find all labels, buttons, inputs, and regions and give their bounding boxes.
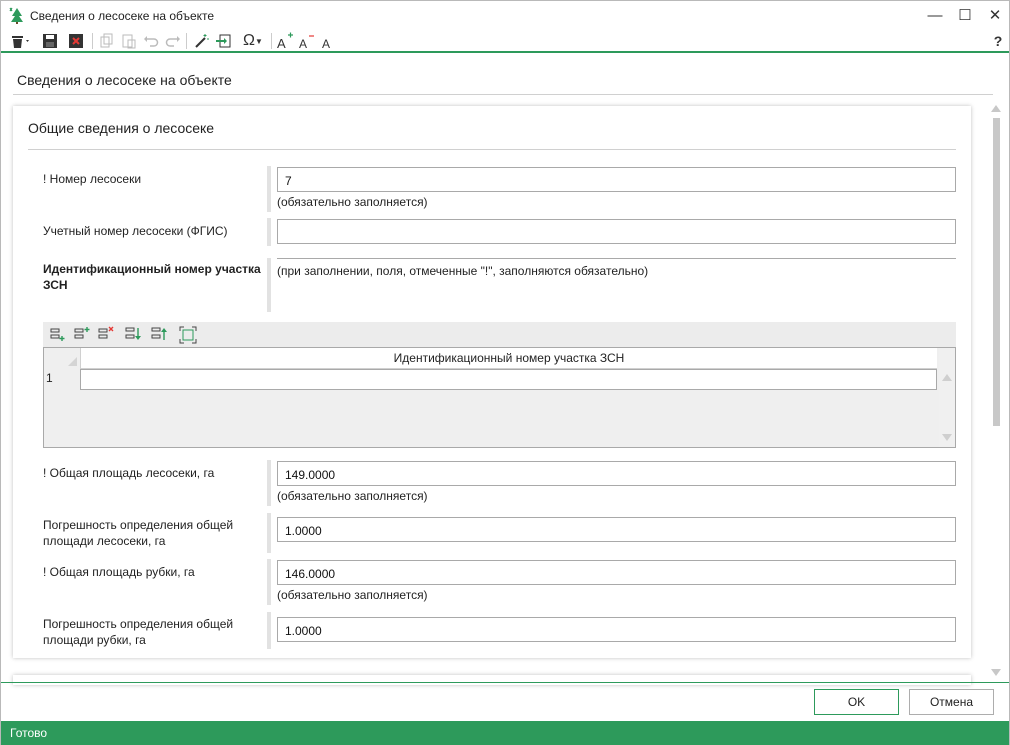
- copy-icon: [100, 33, 113, 48]
- window-title: Сведения о лесосеке на объекте: [30, 9, 215, 23]
- chevron-down-icon: ▼: [255, 36, 263, 46]
- scroll-down-icon[interactable]: [942, 434, 952, 441]
- cut-error-label: Погрешность определения общей площади ру…: [43, 617, 234, 647]
- header-divider: [13, 94, 993, 95]
- field-marker: [267, 513, 271, 553]
- grid-row-number: 1: [46, 371, 53, 385]
- omega-icon: Ω: [243, 32, 256, 49]
- insert-row-icon[interactable]: [73, 326, 91, 344]
- save-close-icon: [69, 34, 83, 48]
- minimize-button[interactable]: —: [923, 5, 947, 27]
- ident-hint: (при заполнении, поля, отмеченные "!", з…: [277, 264, 649, 278]
- title-bar: Сведения о лесосеке на объекте — ☐ ✕: [1, 1, 1009, 29]
- save-icon: [43, 34, 57, 48]
- area-label: ! Общая площадь лесосеки, га: [43, 466, 215, 480]
- scroll-up-icon[interactable]: [942, 374, 952, 381]
- redo-icon: [165, 36, 180, 47]
- nomer-input[interactable]: 7: [277, 167, 956, 192]
- cut-hint: (обязательно заполняется): [277, 588, 428, 602]
- scroll-down-icon[interactable]: [991, 669, 1001, 676]
- dialog-window: Сведения о лесосеке на объекте — ☐ ✕ Ω ▼…: [0, 0, 1010, 745]
- nomer-label: ! Номер лесосеки: [43, 172, 142, 186]
- maximize-button[interactable]: ☐: [953, 5, 977, 27]
- select-all-corner[interactable]: [68, 357, 77, 366]
- save-button[interactable]: [40, 31, 60, 51]
- field-marker: [267, 612, 271, 649]
- undo-icon: [144, 36, 159, 47]
- undo-button[interactable]: [141, 31, 161, 51]
- toolbar-separator: [186, 33, 187, 49]
- grid-cell[interactable]: [80, 369, 937, 390]
- uchet-input[interactable]: [277, 219, 956, 244]
- cut-input[interactable]: 146.0000: [277, 560, 956, 585]
- add-row-icon[interactable]: [49, 326, 67, 344]
- field-marker: [267, 166, 271, 212]
- field-marker: [267, 460, 271, 506]
- copy-button[interactable]: [97, 31, 117, 51]
- fit-view-icon[interactable]: [179, 326, 197, 344]
- help-button[interactable]: ?: [988, 31, 1008, 51]
- footer-divider: [1, 682, 1009, 683]
- save-close-button[interactable]: [66, 31, 86, 51]
- area-error-label: Погрешность определения общей площади ле…: [43, 518, 234, 548]
- cut-label: ! Общая площадь рубки, га: [43, 565, 195, 579]
- redo-button[interactable]: [163, 31, 183, 51]
- toolbar-separator: [271, 33, 272, 49]
- import-icon: [216, 34, 231, 48]
- magic-wand-icon: [195, 34, 209, 48]
- grid-scrollbar[interactable]: [939, 348, 955, 447]
- cut-error-input[interactable]: 1.0000: [277, 617, 956, 642]
- font-increase-icon: A: [277, 32, 293, 50]
- font-decrease-icon: A: [299, 35, 314, 50]
- cancel-button[interactable]: Отмена: [909, 689, 994, 715]
- symbol-dropdown-button[interactable]: Ω ▼: [239, 31, 267, 51]
- page-title: Сведения о лесосеке на объекте: [17, 72, 232, 88]
- status-bar: Готово: [1, 721, 1009, 745]
- next-panel: [13, 675, 971, 685]
- grid-column-header[interactable]: Идентификационный номер участка ЗСН: [80, 348, 937, 369]
- ok-button[interactable]: OK: [814, 689, 899, 715]
- font-reset-button[interactable]: A: [318, 31, 338, 51]
- scroll-up-icon[interactable]: [991, 105, 1001, 112]
- uchet-label: Учетный номер лесосеки (ФГИС): [43, 224, 228, 238]
- ident-label: Идентификационный номер участка ЗСН: [43, 262, 261, 292]
- toolbar-separator: [92, 33, 93, 49]
- delete-dropdown-button[interactable]: [10, 31, 30, 51]
- ident-grid: Идентификационный номер участка ЗСН 1: [43, 347, 956, 448]
- field-marker: [267, 258, 271, 312]
- area-error-input[interactable]: 1.0000: [277, 517, 956, 542]
- svg-text:A: A: [277, 36, 286, 50]
- svg-text:A: A: [299, 37, 307, 50]
- field-marker: [267, 218, 271, 246]
- font-reset-icon: A: [322, 37, 330, 50]
- svg-text:A: A: [322, 37, 330, 50]
- scrollbar-thumb[interactable]: [993, 118, 1000, 426]
- wand-button[interactable]: [191, 31, 211, 51]
- area-input[interactable]: 149.0000: [277, 461, 956, 486]
- field-marker: [267, 559, 271, 605]
- font-increase-button[interactable]: A: [275, 31, 295, 51]
- ident-divider: [277, 258, 956, 259]
- section-divider: [28, 149, 956, 150]
- move-down-icon[interactable]: [124, 326, 142, 344]
- delete-row-icon[interactable]: [97, 326, 115, 344]
- section-title: Общие сведения о лесосеке: [28, 120, 215, 136]
- nomer-hint: (обязательно заполняется): [277, 195, 428, 209]
- paste-icon: [122, 34, 136, 49]
- area-hint: (обязательно заполняется): [277, 489, 428, 503]
- font-decrease-button[interactable]: A: [297, 31, 317, 51]
- toolbar: Ω ▼ A A A ?: [1, 29, 1009, 53]
- move-up-icon[interactable]: [150, 326, 168, 344]
- grid-toolbar: [43, 322, 956, 347]
- trash-icon: [12, 36, 29, 48]
- tree-app-icon: [9, 7, 23, 24]
- import-button[interactable]: [213, 31, 233, 51]
- close-button[interactable]: ✕: [983, 5, 1007, 27]
- paste-button[interactable]: [119, 31, 139, 51]
